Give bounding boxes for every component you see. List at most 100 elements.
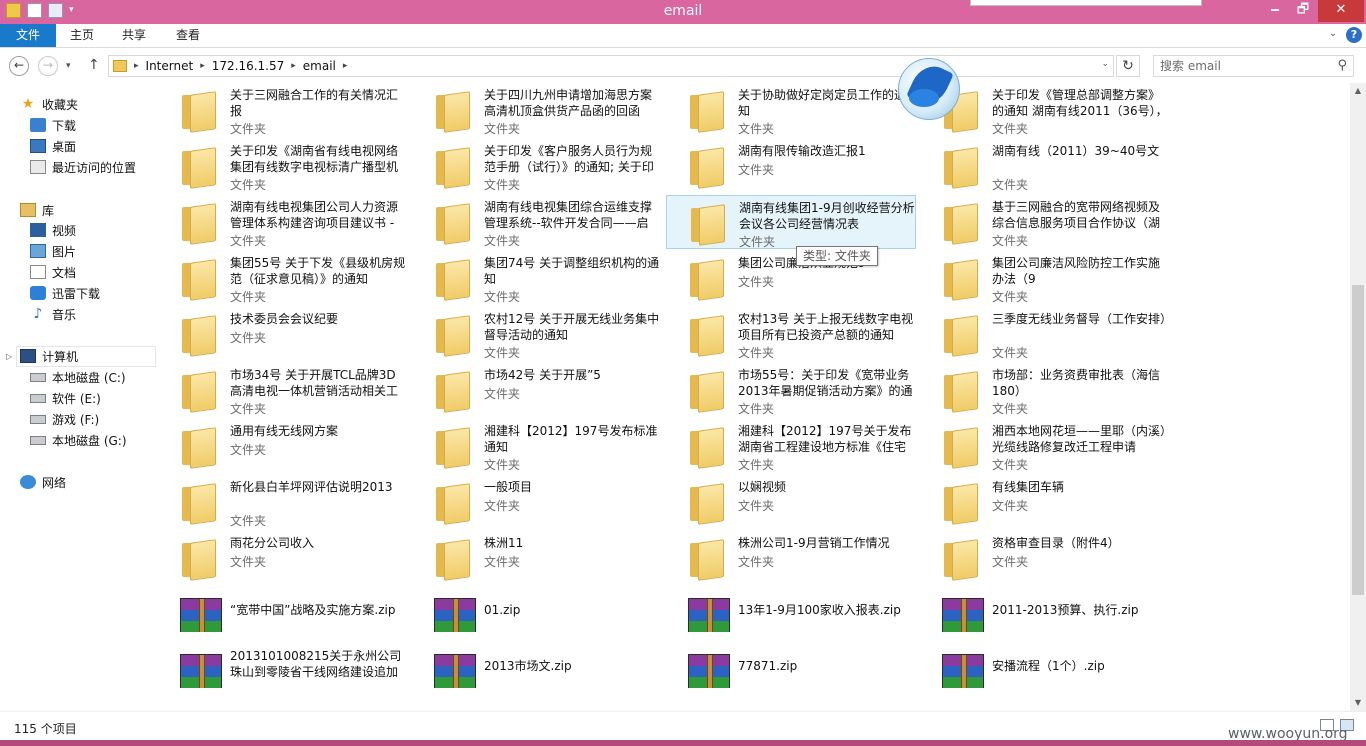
- back-button[interactable]: ←: [9, 56, 29, 76]
- zip-file-item[interactable]: 2013101008215关于永州公司珠山到零陵省干线网络建设追加投资...: [158, 644, 408, 698]
- sidebar-item-network[interactable]: 网络: [20, 472, 66, 492]
- expand-arrow-icon[interactable]: ▷: [6, 352, 12, 361]
- breadcrumb-internet[interactable]: Internet: [146, 59, 194, 73]
- folder-item[interactable]: 关于印发《湖南省有线电视网络集团有线数字电视标清广播型机顶... 文件夹: [158, 139, 408, 193]
- folder-item[interactable]: 集团公司廉洁从业规范9文件夹: [666, 251, 916, 305]
- zip-file-item[interactable]: 安播流程（1个）.zip: [920, 644, 1170, 698]
- zip-file-item[interactable]: 13年1-9月100家收入报表.zip: [666, 588, 916, 642]
- folder-item[interactable]: 湖南有线（2011）39~40号文 文件夹: [920, 139, 1170, 193]
- folder-item[interactable]: 株洲11 文件夹: [412, 531, 662, 585]
- folder-item[interactable]: 株洲公司1-9月营销工作情况 文件夹: [666, 531, 916, 585]
- item-name: 安播流程（1个）.zip: [992, 659, 1105, 673]
- search-icon[interactable]: ⚲: [1337, 58, 1347, 73]
- address-bar[interactable]: ▸ Internet ▸ 172.16.1.57 ▸ email ▸ ⌄: [108, 55, 1114, 77]
- folder-item[interactable]: 市场34号 关于开展TCL品牌3D高清电视一体机营销活动相关工作安... 文件夹: [158, 363, 408, 417]
- refresh-button[interactable]: ↻: [1116, 55, 1140, 77]
- folder-item[interactable]: 市场42号 关于开展”5 文件夹: [412, 363, 662, 417]
- folder-item[interactable]: 一般项目 文件夹: [412, 475, 662, 529]
- folder-item[interactable]: 市场部：业务资费审批表（海信180） 文件夹: [920, 363, 1170, 417]
- item-type: 文件夹: [484, 234, 521, 248]
- search-box[interactable]: ⚲: [1153, 55, 1354, 77]
- folder-icon: [434, 143, 476, 189]
- folder-item[interactable]: 基于三网融合的宽带网络视频及综合信息服务项目合作协议（湖南... 文件夹: [920, 195, 1170, 249]
- chevron-down-icon[interactable]: ⌄: [1101, 59, 1109, 69]
- folder-item[interactable]: 关于协助做好定岗定员工作的通知 文件夹: [666, 83, 916, 137]
- folder-item[interactable]: 关于三网融合工作的有关情况汇报 文件夹: [158, 83, 408, 137]
- sidebar-item-favorites[interactable]: ★ 收藏夹: [20, 94, 78, 114]
- chevron-right-icon[interactable]: ▸: [134, 61, 139, 71]
- folder-item[interactable]: 集团74号 关于调整组织机构的通知 文件夹: [412, 251, 662, 305]
- tab-home[interactable]: 主页: [62, 24, 102, 47]
- item-name: 株洲公司1-9月营销工作情况: [738, 536, 890, 550]
- tab-share[interactable]: 共享: [114, 24, 154, 47]
- chevron-right-icon[interactable]: ▸: [291, 61, 296, 71]
- help-icon[interactable]: ?: [1346, 27, 1362, 43]
- breadcrumb-server[interactable]: 172.16.1.57: [212, 59, 285, 73]
- folder-item[interactable]: 关于印发《客户服务人员行为规范手册（试行）》的通知; 关于印发... 文件夹: [412, 139, 662, 193]
- sidebar-item-documents[interactable]: 文档: [30, 262, 76, 282]
- up-button[interactable]: ↑: [88, 57, 100, 73]
- folder-item[interactable]: 市场55号：关于印发《宽带业务2013年暑期促销活动方案》的通知文件夹: [666, 363, 916, 417]
- folder-item[interactable]: 资格审查目录（附件4） 文件夹: [920, 531, 1170, 585]
- sidebar-item-drive-e[interactable]: 软件 (E:): [30, 388, 101, 408]
- folder-item[interactable]: 湘建科【2012】197号发布标准通知 文件夹: [412, 419, 662, 473]
- zip-file-item[interactable]: 2013市场文.zip: [412, 644, 662, 698]
- chevron-right-icon[interactable]: ▸: [343, 61, 348, 71]
- sidebar-item-desktop[interactable]: 桌面: [30, 136, 76, 156]
- recent-locations-icon[interactable]: ▾: [66, 61, 71, 71]
- folder-item[interactable]: 技术委员会会议纪要 文件夹: [158, 307, 408, 361]
- folder-item[interactable]: 雨花分公司收入 文件夹: [158, 531, 408, 585]
- sidebar-item-drive-c[interactable]: 本地磁盘 (C:): [30, 367, 126, 387]
- folder-item[interactable]: 三季度无线业务督导（工作安排） 文件夹: [920, 307, 1170, 361]
- zip-file-item[interactable]: 01.zip: [412, 588, 662, 642]
- search-input[interactable]: [1160, 58, 1330, 74]
- breadcrumb-email[interactable]: email: [303, 59, 336, 73]
- folder-item[interactable]: 湖南有线集团1-9月创收经营分析会议各公司经营情况表 文件夹: [666, 195, 916, 249]
- item-name: 湖南有线电视集团综合运维支撑管理系统--软件开发合同——启元...: [484, 200, 653, 230]
- folder-item[interactable]: 湘建科【2012】197号关于发布湖南省工程建设地方标准《住宅小... 文件夹: [666, 419, 916, 473]
- scroll-up-icon[interactable]: ▲: [1350, 83, 1366, 99]
- tab-file[interactable]: 文件: [0, 24, 56, 47]
- minimize-button[interactable]: 🗕: [1262, 0, 1288, 22]
- folder-item[interactable]: 农村12号 关于开展无线业务集中督导活动的通知 文件夹: [412, 307, 662, 361]
- folder-item[interactable]: 湘西本地网花垣——里耶（内溪）光缆线路修复改迁工程申请 文件夹: [920, 419, 1170, 473]
- folder-item[interactable]: 以娴视频 文件夹: [666, 475, 916, 529]
- expand-ribbon-icon[interactable]: ⌄: [1326, 28, 1340, 42]
- folder-item[interactable]: 关于四川九州申请增加海思方案高清机顶盒供货产品函的回函 文件夹: [412, 83, 662, 137]
- folder-item[interactable]: 湖南有线电视集团公司人力资源管理体系构建咨询项目建议书 - 和... 文件夹: [158, 195, 408, 249]
- scroll-down-icon[interactable]: ▼: [1350, 695, 1366, 711]
- zip-file-item[interactable]: “宽带中国”战略及实施方案.zip: [158, 588, 408, 642]
- sidebar-item-computer[interactable]: 计算机: [20, 346, 78, 366]
- sidebar-item-drive-g[interactable]: 本地磁盘 (G:): [30, 430, 127, 450]
- folder-item[interactable]: 农村13号 关于上报无线数字电视项目所有已投资产总额的通知 文件夹: [666, 307, 916, 361]
- sidebar-item-thunder-downloads[interactable]: 迅雷下载: [30, 283, 100, 303]
- zip-file-item[interactable]: 77871.zip: [666, 644, 916, 698]
- sidebar-item-label: 桌面: [52, 139, 77, 154]
- sidebar-item-videos[interactable]: 视频: [30, 220, 76, 240]
- folder-item[interactable]: 通用有线无线网方案 文件夹: [158, 419, 408, 473]
- folder-item[interactable]: 湖南有线电视集团综合运维支撑管理系统--软件开发合同——启元... 文件夹: [412, 195, 662, 249]
- folder-item[interactable]: 集团55号 关于下发《县级机房规范（征求意见稿）》的通知 文件夹: [158, 251, 408, 305]
- sidebar-item-music[interactable]: ♪ 音乐: [30, 304, 76, 324]
- item-name: 77871.zip: [738, 659, 798, 673]
- sidebar-item-drive-f[interactable]: 游戏 (F:): [30, 409, 99, 429]
- close-button[interactable]: ✕: [1318, 0, 1364, 22]
- item-type: 文件夹: [230, 178, 267, 192]
- tab-view[interactable]: 查看: [168, 24, 208, 47]
- zip-file-item[interactable]: 2011-2013预算、执行.zip: [920, 588, 1170, 642]
- scrollbar-thumb[interactable]: [1352, 285, 1364, 595]
- folder-item[interactable]: 有线集团车辆 文件夹: [920, 475, 1170, 529]
- maximize-button[interactable]: 🗗: [1290, 0, 1316, 22]
- vertical-scrollbar[interactable]: ▲ ▼: [1350, 83, 1366, 711]
- folder-icon: [942, 535, 984, 581]
- sidebar-item-recent-places[interactable]: 最近访问的位置: [30, 157, 136, 177]
- folder-item[interactable]: 湖南有限传输改造汇报1 文件夹: [666, 139, 916, 193]
- sidebar-item-downloads[interactable]: 下载: [30, 115, 76, 135]
- folder-icon: [180, 535, 222, 581]
- folder-item[interactable]: 集团公司廉洁风险防控工作实施办法（9 文件夹: [920, 251, 1170, 305]
- chevron-right-icon[interactable]: ▸: [200, 61, 205, 71]
- sidebar-item-pictures[interactable]: 图片: [30, 241, 76, 261]
- forward-button[interactable]: →: [38, 56, 58, 76]
- folder-item[interactable]: 新化县白羊坪网评估说明2013 文件夹: [158, 475, 408, 529]
- sidebar-item-libraries[interactable]: 库: [20, 200, 54, 220]
